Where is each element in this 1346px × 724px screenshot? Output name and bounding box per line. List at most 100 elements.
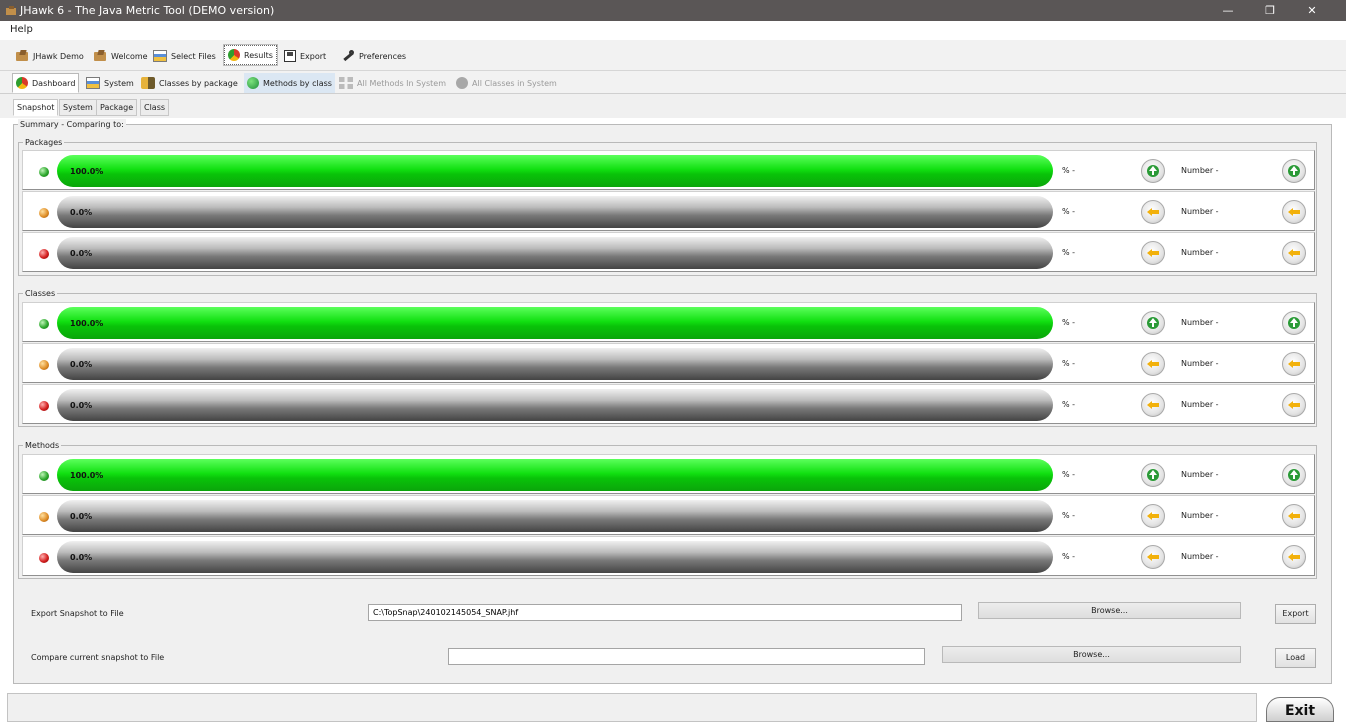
number-label: Number - [1181,511,1219,520]
close-button[interactable]: ✕ [1293,0,1331,21]
class-icon [456,77,468,89]
metric-row: 0.0% % - Number - [22,495,1315,535]
status-orange-icon [39,208,49,218]
arrow-left-icon[interactable] [1282,241,1306,265]
tab-label: All Methods In System [357,78,446,88]
arrow-left-icon[interactable] [1141,200,1165,224]
toolbar-results[interactable]: Results [223,44,278,66]
arrow-left-icon[interactable] [1141,241,1165,265]
metric-row: 100.0% % - Number - [22,302,1315,342]
progress-bar: 0.0% [57,237,1053,269]
percent-label: % - [1062,207,1076,216]
arrow-up-icon[interactable] [1282,463,1306,487]
toolbar-export[interactable]: Export [281,45,329,67]
progress-value: 0.0% [70,511,93,521]
percent-label: % - [1062,359,1076,368]
method-icon [247,77,259,89]
percent-label: % - [1062,470,1076,479]
percent-label: % - [1062,318,1076,327]
tab-label: Dashboard [32,78,76,88]
wrench-icon [341,50,355,62]
grid-icon [339,77,353,89]
compare-path-field[interactable] [448,648,925,665]
subtab-snapshot[interactable]: Snapshot [13,99,59,116]
progress-bar: 100.0% [57,155,1053,187]
arrow-up-icon[interactable] [1141,311,1165,335]
toolbar-label: Select Files [171,51,216,61]
progress-bar: 0.0% [57,348,1053,380]
percent-label: % - [1062,552,1076,561]
progress-bar: 100.0% [57,307,1053,339]
section-title: Methods [23,440,62,451]
arrow-left-icon[interactable] [1141,393,1165,417]
toolbar-label: Preferences [359,51,407,61]
progress-bar: 0.0% [57,196,1053,228]
export-browse-button[interactable]: Browse... [978,602,1241,619]
arrow-left-icon[interactable] [1141,504,1165,528]
toolbar-welcome[interactable]: Welcome [90,45,151,67]
tab-all-classes-in-system[interactable]: All Classes in System [453,73,560,93]
disk-icon [284,50,296,62]
section-title: Classes [23,288,58,299]
menu-help[interactable]: Help [10,24,33,35]
subtab-class[interactable]: Class [140,99,170,116]
progress-value: 0.0% [70,248,93,258]
exit-button[interactable]: Exit [1266,697,1334,722]
progress-bar: 0.0% [57,500,1053,532]
status-red-icon [39,553,49,563]
arrow-left-icon[interactable] [1282,393,1306,417]
toolbar-select-files[interactable]: Select Files [150,45,219,67]
arrow-left-icon[interactable] [1282,504,1306,528]
toolbar-label: Welcome [111,51,148,61]
metric-row: 0.0% % - Number - [22,343,1315,383]
arrow-up-icon[interactable] [1141,463,1165,487]
restore-button[interactable]: ❐ [1251,0,1289,21]
tab-classes-by-package[interactable]: Classes by package [138,73,241,93]
status-bar [7,693,1257,722]
metric-row: 0.0% % - Number - [22,384,1315,424]
progress-value: 0.0% [70,552,93,562]
arrow-up-icon[interactable] [1282,159,1306,183]
number-label: Number - [1181,552,1219,561]
tab-dashboard[interactable]: Dashboard [12,73,80,93]
number-label: Number - [1181,470,1219,479]
arrow-left-icon[interactable] [1141,352,1165,376]
arrow-left-icon[interactable] [1282,545,1306,569]
compare-snapshot-label: Compare current snapshot to File [31,653,165,662]
classes-icon [141,77,155,89]
status-red-icon [39,249,49,259]
subtab-package[interactable]: Package [96,99,138,116]
minimize-button[interactable]: — [1209,0,1247,21]
toolbar-preferences[interactable]: Preferences [338,45,409,67]
compare-browse-button[interactable]: Browse... [942,646,1241,663]
number-label: Number - [1181,166,1219,175]
export-button[interactable]: Export [1275,604,1316,624]
folder-icon [15,50,29,62]
pie-chart-icon [16,77,28,89]
tab-methods-by-class[interactable]: Methods by class [244,73,335,93]
subtab-system[interactable]: System [59,99,97,116]
toolbar: JHawk Demo Welcome Select Files Results … [0,40,1346,71]
toolbar-label: Export [300,51,327,61]
tab-label: All Classes in System [472,78,557,88]
export-path-field[interactable] [368,604,962,621]
arrow-left-icon[interactable] [1141,545,1165,569]
tab-system[interactable]: System [83,73,137,93]
toolbar-jhawk-demo[interactable]: JHawk Demo [12,45,87,67]
percent-label: % - [1062,400,1076,409]
percent-label: % - [1062,166,1076,175]
toolbar-label: Results [244,50,273,60]
arrow-up-icon[interactable] [1282,311,1306,335]
arrow-left-icon[interactable] [1282,352,1306,376]
arrow-up-icon[interactable] [1141,159,1165,183]
tab-all-methods-in-system[interactable]: All Methods In System [336,73,449,93]
main-tabs: Dashboard System Classes by package Meth… [0,71,1346,94]
tab-label: System [104,78,134,88]
title-bar: JHawk 6 - The Java Metric Tool (DEMO ver… [0,0,1346,21]
number-label: Number - [1181,400,1219,409]
sub-tabs [0,94,1346,118]
arrow-left-icon[interactable] [1282,200,1306,224]
metric-row: 0.0% % - Number - [22,232,1315,272]
percent-label: % - [1062,511,1076,520]
load-button[interactable]: Load [1275,648,1316,668]
